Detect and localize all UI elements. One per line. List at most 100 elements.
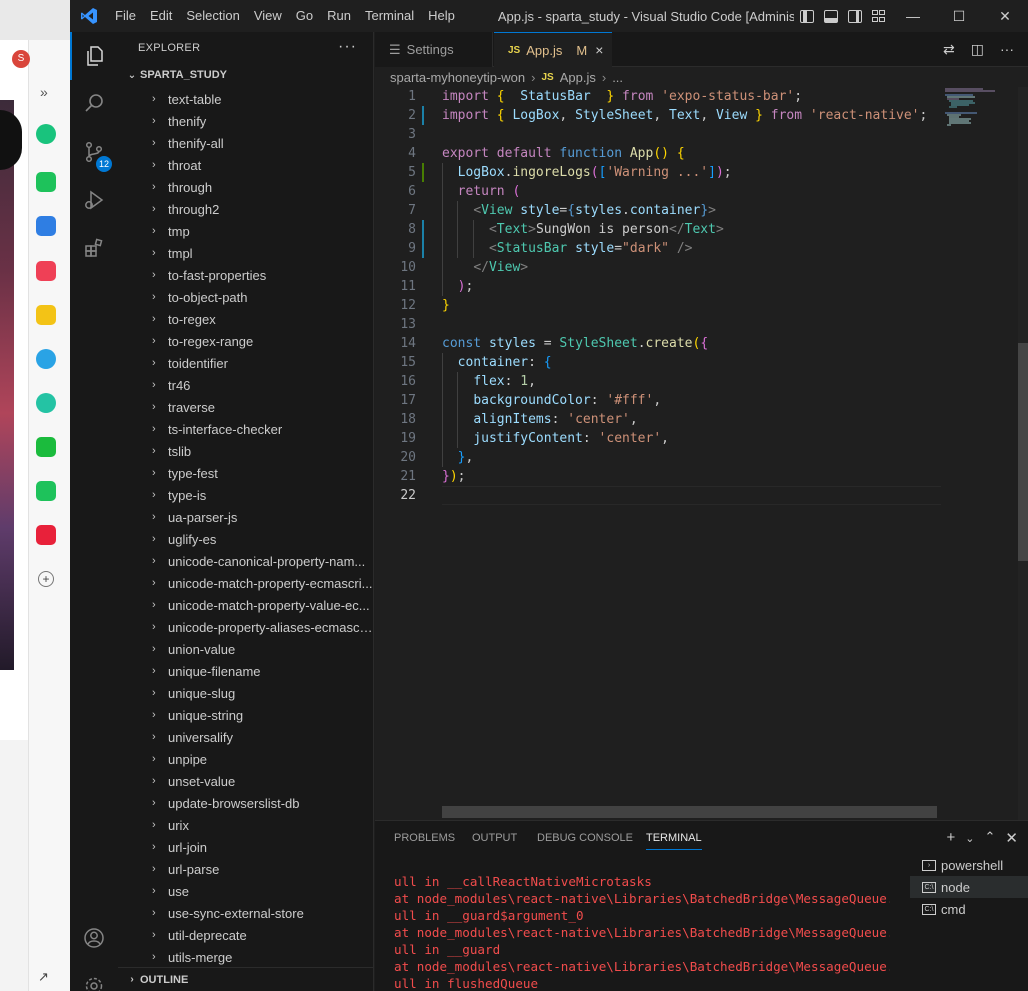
- code-line[interactable]: 13: [375, 315, 941, 334]
- code-line[interactable]: 8 <Text>SungWon is person</Text>: [375, 220, 941, 239]
- source-control-icon[interactable]: 12: [70, 128, 118, 176]
- breadcrumb-symbol[interactable]: ...: [612, 70, 623, 85]
- now-app-icon[interactable]: [36, 525, 56, 545]
- tree-item[interactable]: › through2: [118, 198, 373, 220]
- tab-settings[interactable]: ☰ Settings: [375, 32, 493, 67]
- code-editor[interactable]: 1 import { StatusBar } from 'expo-status-…: [375, 87, 1028, 820]
- code-line[interactable]: 16 flex: 1,: [375, 372, 941, 391]
- add-app-icon[interactable]: +: [38, 571, 54, 587]
- code-line[interactable]: 12}: [375, 296, 941, 315]
- sidebar-app-icon[interactable]: [36, 216, 56, 236]
- tree-item[interactable]: › union-value: [118, 638, 373, 660]
- code-line[interactable]: 3: [375, 125, 941, 144]
- tree-item[interactable]: › text-table: [118, 88, 373, 110]
- pocket-icon[interactable]: [36, 261, 56, 281]
- code-line[interactable]: 1 import { StatusBar } from 'expo-status-…: [375, 87, 941, 106]
- tab-output[interactable]: OUTPUT: [472, 821, 517, 856]
- tree-item[interactable]: › unicode-property-aliases-ecmascr...: [118, 616, 373, 638]
- play-app-icon[interactable]: [36, 393, 56, 413]
- run-debug-icon[interactable]: [70, 176, 118, 224]
- customize-layout-icon[interactable]: [871, 9, 886, 23]
- tree-item[interactable]: › unique-string: [118, 704, 373, 726]
- explorer-more-actions-icon[interactable]: ···: [338, 38, 357, 56]
- code-line[interactable]: 5 LogBox.ingoreLogs(['Warning ...']);: [375, 163, 941, 182]
- tree-item[interactable]: › tslib: [118, 440, 373, 462]
- menu-terminal[interactable]: Terminal: [358, 0, 421, 32]
- tree-item[interactable]: › to-regex-range: [118, 330, 373, 352]
- code-line[interactable]: 10 </View>: [375, 258, 941, 277]
- new-terminal-icon[interactable]: +: [947, 829, 956, 849]
- edge-icon[interactable]: [36, 349, 56, 369]
- tree-item[interactable]: › ua-parser-js: [118, 506, 373, 528]
- code-line[interactable]: 14 const styles = StyleSheet.create({: [375, 334, 941, 353]
- tab-debug-console[interactable]: DEBUG CONSOLE: [537, 821, 633, 856]
- tree-item[interactable]: › unpipe: [118, 748, 373, 770]
- terminal-dropdown-chevron-icon[interactable]: ⌄: [965, 829, 974, 849]
- open-changes-icon[interactable]: ⇄: [943, 41, 955, 58]
- tree-item[interactable]: › unique-filename: [118, 660, 373, 682]
- tree-item[interactable]: › update-browserslist-db: [118, 792, 373, 814]
- tree-item[interactable]: › unset-value: [118, 770, 373, 792]
- terminal-output[interactable]: ull in __callReactNativeMicrotasks at nod…: [394, 873, 890, 991]
- code-line[interactable]: 20 },: [375, 448, 941, 467]
- tree-item[interactable]: › to-fast-properties: [118, 264, 373, 286]
- code-line[interactable]: 4 export default function App() {: [375, 144, 941, 163]
- minimize-button[interactable]: —: [890, 0, 936, 32]
- gutter-modified-marker[interactable]: [422, 220, 424, 239]
- toggle-primary-sidebar-icon[interactable]: [799, 9, 814, 23]
- menu-run[interactable]: Run: [320, 0, 358, 32]
- tab-app-js[interactable]: JS App.js M ×: [494, 32, 612, 67]
- tree-item[interactable]: › tmpl: [118, 242, 373, 264]
- menu-view[interactable]: View: [247, 0, 289, 32]
- outline-section[interactable]: › OUTLINE: [118, 967, 373, 991]
- terminal-instance-node[interactable]: C:\ node: [910, 876, 1028, 898]
- tab-problems[interactable]: PROBLEMS: [394, 821, 455, 856]
- external-link-icon[interactable]: ↗: [38, 969, 49, 985]
- menu-edit[interactable]: Edit: [143, 0, 179, 32]
- tree-item[interactable]: › through: [118, 176, 373, 198]
- tree-item[interactable]: › uglify-es: [118, 528, 373, 550]
- code-line[interactable]: 18 alignItems: 'center',: [375, 410, 941, 429]
- editor-horizontal-scrollbar[interactable]: [442, 806, 937, 818]
- maximize-panel-chevron-icon[interactable]: ⌃: [985, 829, 996, 849]
- gutter-modified-marker[interactable]: [422, 239, 424, 258]
- tree-item[interactable]: › urix: [118, 814, 373, 836]
- tree-item[interactable]: › unicode-canonical-property-nam...: [118, 550, 373, 572]
- close-window-button[interactable]: ✕: [982, 0, 1028, 32]
- tree-item[interactable]: › util-deprecate: [118, 924, 373, 946]
- gutter-added-marker[interactable]: [422, 163, 424, 182]
- extensions-icon[interactable]: [70, 224, 118, 272]
- star-app-icon[interactable]: [36, 305, 56, 325]
- tree-item[interactable]: › use-sync-external-store: [118, 902, 373, 924]
- webtoon-icon[interactable]: [36, 437, 56, 457]
- code-line[interactable]: 17 backgroundColor: '#fff',: [375, 391, 941, 410]
- tree-item[interactable]: › traverse: [118, 396, 373, 418]
- tree-item[interactable]: › thenify: [118, 110, 373, 132]
- tree-item[interactable]: › type-fest: [118, 462, 373, 484]
- tree-item[interactable]: › universalify: [118, 726, 373, 748]
- breadcrumb-file[interactable]: App.js: [560, 70, 596, 85]
- tree-item[interactable]: › unicode-match-property-value-ec...: [118, 594, 373, 616]
- browser-profile-avatar[interactable]: S: [12, 50, 30, 68]
- tab-terminal[interactable]: TERMINAL: [646, 821, 702, 856]
- accounts-icon[interactable]: [70, 914, 118, 962]
- tree-item[interactable]: › toidentifier: [118, 352, 373, 374]
- close-tab-icon[interactable]: ×: [595, 42, 603, 58]
- sidebar-app-icon[interactable]: [36, 481, 56, 501]
- tree-item[interactable]: › tr46: [118, 374, 373, 396]
- menu-selection[interactable]: Selection: [179, 0, 246, 32]
- manage-gear-icon[interactable]: [70, 962, 118, 991]
- menu-help[interactable]: Help: [421, 0, 462, 32]
- tree-item[interactable]: › to-object-path: [118, 286, 373, 308]
- code-line[interactable]: 11 );: [375, 277, 941, 296]
- gutter-modified-marker[interactable]: [422, 106, 424, 125]
- maximize-button[interactable]: ☐: [936, 0, 982, 32]
- menu-file[interactable]: File: [108, 0, 143, 32]
- tree-item[interactable]: › throat: [118, 154, 373, 176]
- code-line[interactable]: 7 <View style={styles.container}>: [375, 201, 941, 220]
- code-line[interactable]: 22: [375, 486, 941, 505]
- code-line[interactable]: 21});: [375, 467, 941, 486]
- code-line[interactable]: 9 <StatusBar style="dark" />: [375, 239, 941, 258]
- toggle-secondary-sidebar-icon[interactable]: [847, 9, 862, 23]
- explorer-icon[interactable]: [70, 32, 118, 80]
